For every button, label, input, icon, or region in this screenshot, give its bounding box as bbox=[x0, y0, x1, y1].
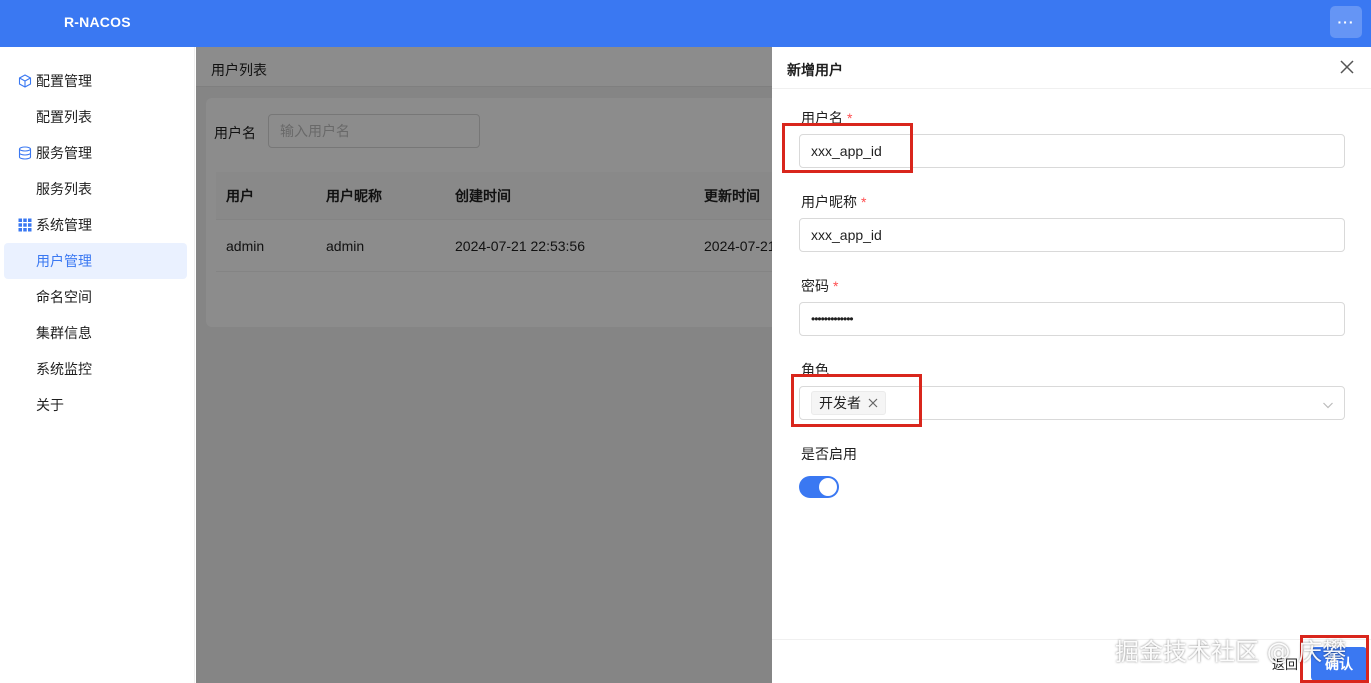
sidebar-item-user-management[interactable]: 用户管理 bbox=[4, 243, 187, 279]
more-menu-button[interactable]: ··· bbox=[1330, 6, 1362, 38]
sidebar-item-label: 系统管理 bbox=[36, 217, 92, 233]
sidebar-item-label: 关于 bbox=[36, 397, 64, 413]
nickname-label: 用户昵称 * bbox=[801, 194, 867, 210]
database-icon bbox=[18, 146, 32, 160]
sidebar-item-label: 服务列表 bbox=[36, 181, 92, 197]
sidebar-item-label: 集群信息 bbox=[36, 325, 92, 341]
enabled-toggle[interactable] bbox=[799, 476, 839, 498]
sidebar-item-label: 用户管理 bbox=[36, 253, 92, 269]
drawer-mask-overlay[interactable] bbox=[196, 47, 772, 683]
app-brand: R-NACOS bbox=[64, 14, 131, 30]
sidebar-item-label: 服务管理 bbox=[36, 145, 92, 161]
required-mark: * bbox=[833, 278, 839, 294]
sidebar-item-about[interactable]: 关于 bbox=[4, 387, 187, 423]
sidebar-item-label: 命名空间 bbox=[36, 289, 92, 305]
required-mark: * bbox=[861, 194, 867, 210]
sidebar-item-label: 配置管理 bbox=[36, 73, 92, 89]
sidebar-item-service-list[interactable]: 服务列表 bbox=[4, 171, 187, 207]
sidebar: 配置管理 配置列表 服务管理 服务列表 系统管理 用户管理 命名空间 集群信息 … bbox=[0, 47, 195, 683]
sidebar-item-label: 系统监控 bbox=[36, 361, 92, 377]
top-header: R-NACOS ··· bbox=[0, 0, 1371, 47]
password-label: 密码 * bbox=[801, 278, 839, 294]
grid-icon bbox=[18, 218, 32, 232]
sidebar-item-namespace[interactable]: 命名空间 bbox=[4, 279, 187, 315]
enabled-label: 是否启用 bbox=[801, 446, 857, 462]
drawer-title: 新增用户 bbox=[787, 62, 843, 78]
sidebar-item-cluster-info[interactable]: 集群信息 bbox=[4, 315, 187, 351]
sidebar-item-system-monitor[interactable]: 系统监控 bbox=[4, 351, 187, 387]
sidebar-item-label: 配置列表 bbox=[36, 109, 92, 125]
sidebar-item-config-list[interactable]: 配置列表 bbox=[4, 99, 187, 135]
close-icon[interactable] bbox=[1338, 58, 1356, 76]
sidebar-group-system[interactable]: 系统管理 bbox=[4, 207, 187, 243]
highlight-username bbox=[782, 123, 913, 173]
password-field[interactable]: ••••••••••••• bbox=[799, 302, 1345, 336]
sidebar-group-config[interactable]: 配置管理 bbox=[4, 63, 187, 99]
sidebar-group-service[interactable]: 服务管理 bbox=[4, 135, 187, 171]
drawer-header: 新增用户 bbox=[772, 47, 1371, 89]
highlight-role bbox=[791, 374, 922, 427]
toggle-knob bbox=[819, 478, 837, 496]
cube-icon bbox=[18, 74, 32, 88]
nickname-field[interactable]: xxx_app_id bbox=[799, 218, 1345, 252]
chevron-down-icon bbox=[1322, 398, 1334, 410]
watermark-text: 掘金技术社区 @ 庆攀 bbox=[1115, 638, 1347, 666]
